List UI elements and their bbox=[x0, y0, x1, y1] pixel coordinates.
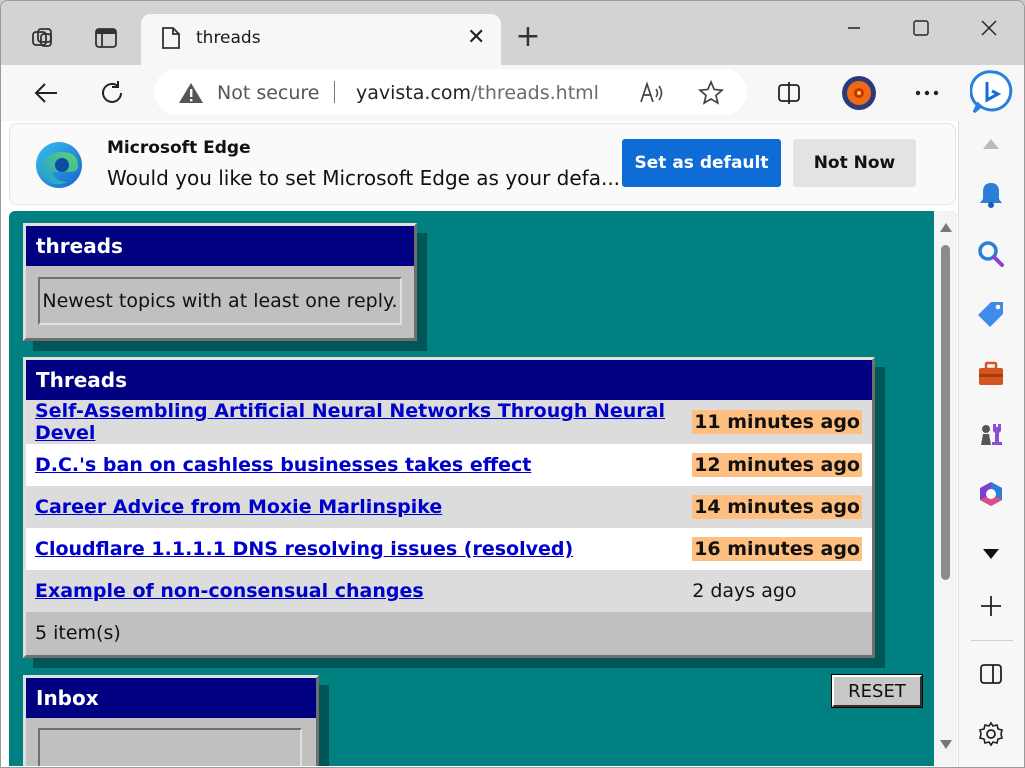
warning-icon[interactable] bbox=[178, 81, 204, 109]
thread-time: 2 days ago bbox=[692, 580, 797, 602]
security-label[interactable]: Not secure bbox=[217, 82, 320, 104]
thread-row: Example of non-consensual changes 2 days … bbox=[26, 570, 872, 612]
thread-time-cell: 2 days ago bbox=[692, 570, 872, 612]
maximize-icon[interactable] bbox=[906, 13, 936, 43]
inbox-panel-title: Inbox bbox=[26, 678, 316, 718]
hide-sidebar-icon[interactable] bbox=[976, 659, 1006, 689]
thread-time: 16 minutes ago bbox=[692, 537, 862, 561]
split-screen-icon[interactable] bbox=[769, 73, 809, 113]
inbox-panel: Inbox bbox=[23, 675, 319, 766]
thread-time-cell: 12 minutes ago bbox=[692, 444, 872, 486]
sidebar-scroll-up-icon[interactable] bbox=[976, 129, 1006, 159]
new-tab-icon[interactable]: + bbox=[513, 22, 543, 53]
thread-title-cell: Cloudflare 1.1.1.1 DNS resolving issues … bbox=[26, 528, 692, 570]
tab-title: threads bbox=[196, 28, 261, 48]
thread-time: 11 minutes ago bbox=[692, 410, 862, 434]
thread-title-cell: Career Advice from Moxie Marlinspike bbox=[26, 486, 692, 528]
thread-title-cell: D.C.'s ban on cashless businesses takes … bbox=[26, 444, 692, 486]
inbox-content bbox=[38, 728, 302, 766]
minimize-icon[interactable] bbox=[839, 13, 869, 43]
url-path: /threads.html bbox=[471, 82, 599, 104]
shopping-tag-icon[interactable] bbox=[976, 299, 1006, 329]
item-count: 5 item(s) bbox=[26, 612, 872, 654]
more-options-icon[interactable] bbox=[907, 73, 947, 113]
games-chess-icon[interactable] bbox=[976, 419, 1006, 449]
thread-link[interactable]: D.C.'s ban on cashless businesses takes … bbox=[35, 454, 531, 476]
thread-title-cell: Self-Assembling Artificial Neural Networ… bbox=[26, 400, 692, 444]
scroll-up-icon[interactable] bbox=[940, 223, 952, 232]
thread-title-cell: Example of non-consensual changes bbox=[26, 570, 692, 612]
thread-time-cell: 11 minutes ago bbox=[692, 400, 872, 444]
notifications-bell-icon[interactable] bbox=[976, 179, 1006, 209]
thread-row: Cloudflare 1.1.1.1 DNS resolving issues … bbox=[26, 528, 872, 570]
close-tab-icon[interactable]: ✕ bbox=[467, 27, 485, 49]
thread-time-cell: 14 minutes ago bbox=[692, 486, 872, 528]
tab-threads[interactable]: threads ✕ bbox=[141, 14, 501, 66]
thread-link[interactable]: Self-Assembling Artificial Neural Networ… bbox=[35, 400, 665, 444]
page-viewport: threads Newest topics with at least one … bbox=[9, 211, 957, 766]
set-as-default-button[interactable]: Set as default bbox=[622, 139, 781, 187]
header-panel: threads Newest topics with at least one … bbox=[23, 223, 417, 341]
close-window-icon[interactable] bbox=[974, 13, 1004, 43]
threads-table: Self-Assembling Artificial Neural Networ… bbox=[26, 400, 872, 654]
title-bar: threads ✕ + bbox=[1, 1, 1024, 66]
not-now-button[interactable]: Not Now bbox=[793, 139, 916, 187]
thread-row: D.C.'s ban on cashless businesses takes … bbox=[26, 444, 872, 486]
thread-link[interactable]: Example of non-consensual changes bbox=[35, 580, 424, 602]
url-text[interactable]: yavista.com/threads.html bbox=[356, 82, 599, 104]
edge-logo-icon bbox=[34, 140, 84, 194]
thread-time: 14 minutes ago bbox=[692, 495, 862, 519]
profile-avatar[interactable] bbox=[839, 73, 879, 113]
read-aloud-icon[interactable] bbox=[638, 79, 666, 107]
sidebar-divider bbox=[971, 640, 1013, 641]
browser-window: threads ✕ + Not secure yavista.com/threa… bbox=[0, 0, 1025, 768]
back-arrow-icon[interactable] bbox=[26, 73, 66, 113]
page-icon bbox=[161, 26, 181, 54]
page-scrollbar[interactable] bbox=[934, 211, 957, 766]
threads-panel-title: Threads bbox=[26, 360, 872, 400]
thread-time-cell: 16 minutes ago bbox=[692, 528, 872, 570]
tab-actions-icon[interactable] bbox=[91, 23, 121, 53]
address-separator bbox=[334, 81, 335, 103]
scroll-thumb[interactable] bbox=[941, 245, 950, 580]
thread-row: Career Advice from Moxie Marlinspike 14 m… bbox=[26, 486, 872, 528]
workspaces-icon[interactable] bbox=[28, 23, 58, 53]
notification-title: Microsoft Edge bbox=[107, 138, 251, 158]
favorite-star-icon[interactable] bbox=[697, 79, 725, 107]
thread-link[interactable]: Career Advice from Moxie Marlinspike bbox=[35, 496, 442, 518]
navigation-bar: Not secure yavista.com/threads.html bbox=[1, 65, 1024, 121]
settings-gear-icon[interactable] bbox=[976, 719, 1006, 749]
url-domain: yavista.com bbox=[356, 82, 472, 104]
notification-message: Would you like to set Microsoft Edge as … bbox=[107, 166, 621, 190]
thread-time: 12 minutes ago bbox=[692, 453, 862, 477]
tools-briefcase-icon[interactable] bbox=[976, 359, 1006, 389]
bing-copilot-icon[interactable] bbox=[968, 67, 1018, 117]
header-panel-title: threads bbox=[26, 226, 414, 266]
refresh-icon[interactable] bbox=[92, 73, 132, 113]
edge-sidebar bbox=[958, 121, 1024, 767]
thread-link[interactable]: Cloudflare 1.1.1.1 DNS resolving issues … bbox=[35, 538, 573, 560]
header-panel-description: Newest topics with at least one reply. bbox=[38, 277, 402, 325]
default-browser-notification: Microsoft Edge Would you like to set Mic… bbox=[9, 123, 956, 205]
office-icon[interactable] bbox=[976, 479, 1006, 509]
thread-row: Self-Assembling Artificial Neural Networ… bbox=[26, 400, 872, 444]
sidebar-scroll-down-icon[interactable] bbox=[976, 539, 1006, 569]
scroll-down-icon[interactable] bbox=[940, 740, 952, 749]
threads-footer: 5 item(s) bbox=[26, 612, 872, 654]
reset-button[interactable]: RESET bbox=[831, 674, 923, 708]
address-bar[interactable]: Not secure yavista.com/threads.html bbox=[154, 69, 747, 115]
add-sidebar-app-icon[interactable] bbox=[976, 591, 1006, 621]
threads-panel: Threads Self-Assembling Artificial Neura… bbox=[23, 357, 875, 658]
search-icon[interactable] bbox=[976, 239, 1006, 269]
